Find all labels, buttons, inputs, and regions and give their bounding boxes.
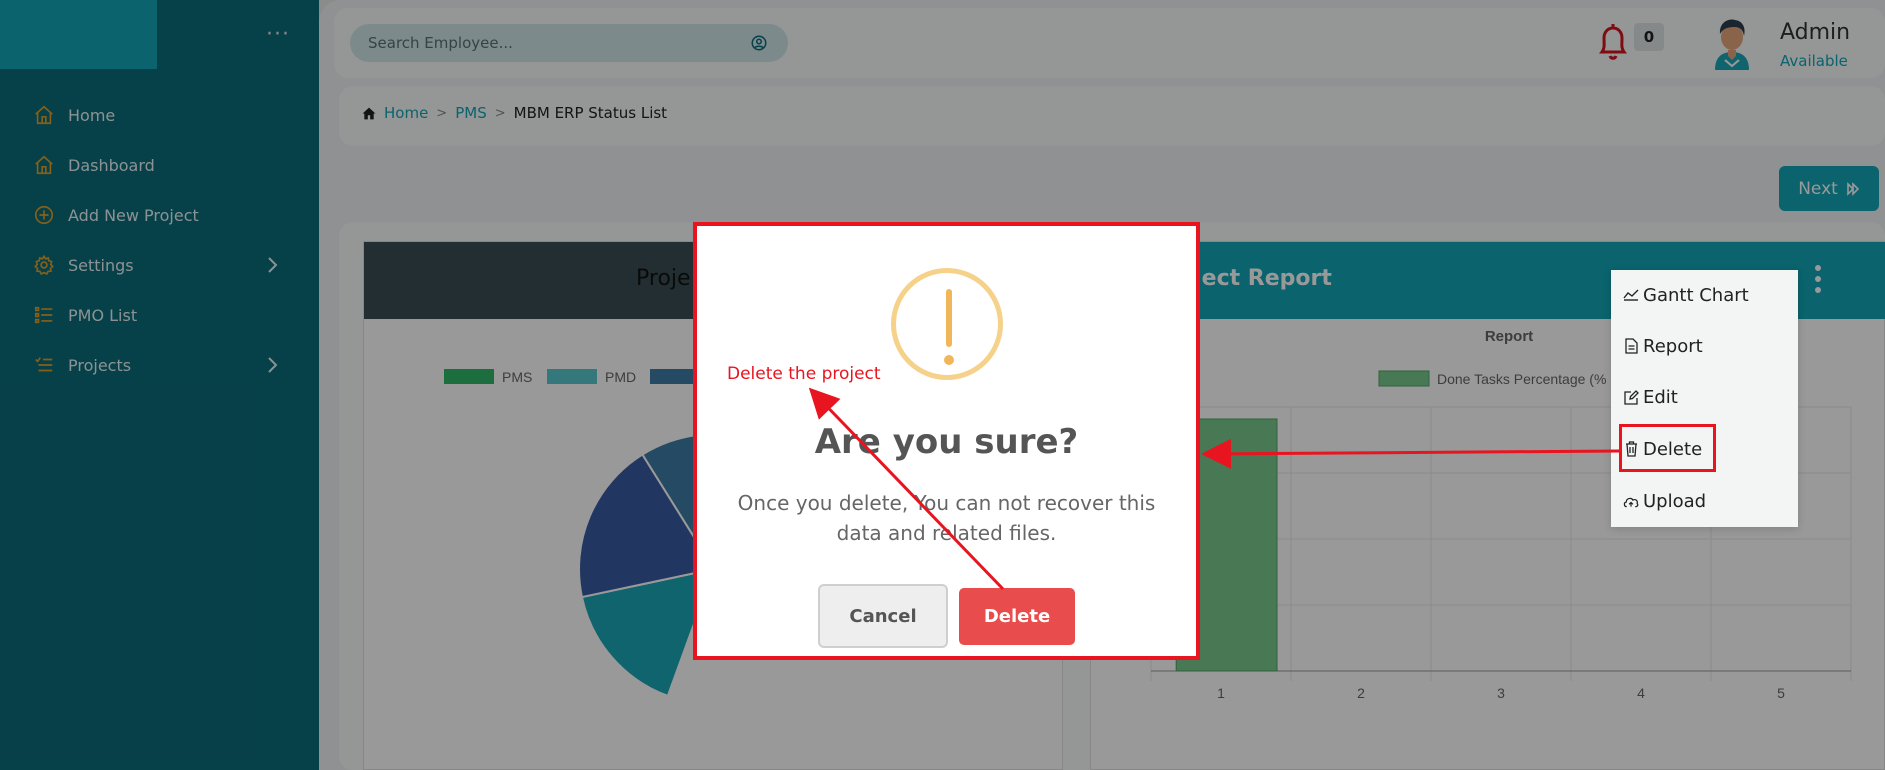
menu-item-label: Edit: [1643, 386, 1678, 408]
document-icon: [1623, 338, 1639, 354]
menu-item-label: Gantt Chart: [1643, 284, 1749, 306]
cancel-button[interactable]: Cancel: [818, 584, 948, 648]
dialog-title: Are you sure?: [814, 422, 1079, 462]
warning-icon: [891, 268, 1003, 380]
dialog-message-line: data and related files.: [836, 521, 1057, 545]
menu-item-gantt-chart[interactable]: Gantt Chart: [1623, 280, 1749, 310]
warning-icon-bar: [946, 289, 952, 347]
delete-highlight-box: [1619, 424, 1716, 472]
menu-item-upload[interactable]: Upload: [1623, 486, 1706, 516]
dialog-message: Once you delete, You can not recover thi…: [731, 488, 1162, 548]
menu-item-label: Upload: [1643, 490, 1707, 512]
confirm-delete-button[interactable]: Delete: [959, 588, 1075, 645]
cloud-upload-icon: [1623, 493, 1639, 509]
context-menu: Gantt Chart Report Edit Delete Upload: [1611, 270, 1798, 527]
annotation-note: Delete the project: [727, 364, 881, 384]
warning-icon-dot: [944, 355, 954, 365]
menu-item-edit[interactable]: Edit: [1623, 382, 1678, 412]
dialog-message-line: Once you delete, You can not recover thi…: [737, 491, 1156, 515]
menu-item-report[interactable]: Report: [1623, 331, 1703, 361]
menu-item-label: Report: [1643, 335, 1703, 357]
chart-line-icon: [1623, 287, 1639, 303]
edit-icon: [1623, 389, 1639, 405]
confirm-delete-dialog: Are you sure? Once you delete, You can n…: [693, 222, 1200, 660]
